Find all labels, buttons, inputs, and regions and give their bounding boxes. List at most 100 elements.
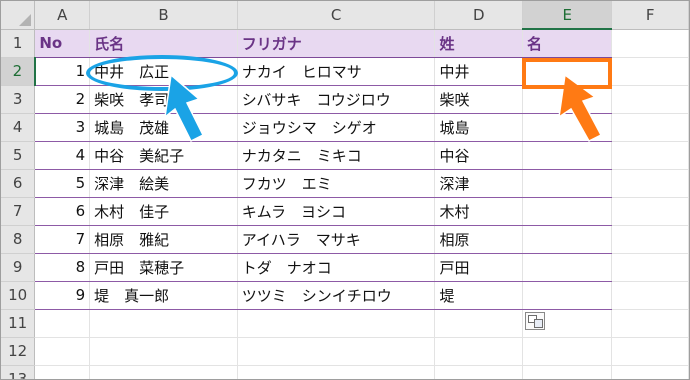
- cell-f7[interactable]: [611, 197, 689, 226]
- cell-sei[interactable]: 相原: [434, 225, 524, 254]
- active-cell-e2-outline[interactable]: [522, 58, 612, 89]
- cell-name[interactable]: 戸田 菜穂子: [89, 253, 238, 282]
- cell-c13[interactable]: [237, 365, 436, 379]
- row-header-4[interactable]: 4: [1, 113, 36, 142]
- cell-no[interactable]: 8: [34, 253, 91, 282]
- row-header-8[interactable]: 8: [1, 225, 36, 254]
- cell-d11[interactable]: [434, 309, 524, 338]
- cell-mei[interactable]: [522, 225, 613, 254]
- blue-arrow-icon: [163, 73, 205, 143]
- cell-b11[interactable]: [89, 309, 238, 338]
- cell-mei[interactable]: [522, 253, 613, 282]
- row-header-1[interactable]: 1: [1, 29, 36, 58]
- cell-a13[interactable]: [34, 365, 91, 379]
- select-all-triangle-icon: [19, 13, 32, 26]
- row-header-3[interactable]: 3: [1, 85, 36, 114]
- row-header-13[interactable]: 13: [1, 365, 36, 379]
- cell-sei[interactable]: 戸田: [434, 253, 524, 282]
- cell-mei[interactable]: [522, 141, 613, 170]
- blue-arrow-shape: [163, 73, 205, 143]
- cell-f6[interactable]: [611, 169, 689, 198]
- cell-sei[interactable]: 深津: [434, 169, 524, 198]
- cell-furigana[interactable]: フカツ エミ: [237, 169, 436, 198]
- header-cell-no[interactable]: No: [34, 29, 91, 58]
- cell-no[interactable]: 9: [34, 281, 91, 310]
- cell-sei[interactable]: 城島: [434, 113, 524, 142]
- cell-name[interactable]: 堤 真一郎: [89, 281, 238, 310]
- cell-furigana[interactable]: ナカタニ ミキコ: [237, 141, 436, 170]
- row-header-6[interactable]: 6: [1, 169, 36, 198]
- cell-e13[interactable]: [522, 365, 613, 379]
- cell-furigana[interactable]: トダ ナオコ: [237, 253, 436, 282]
- cell-no[interactable]: 2: [34, 85, 91, 114]
- cell-no[interactable]: 4: [34, 141, 91, 170]
- cell-c11[interactable]: [237, 309, 436, 338]
- row-header-12[interactable]: 12: [1, 337, 36, 366]
- cell-furigana[interactable]: シバサキ コウジロウ: [237, 85, 436, 114]
- cell-b13[interactable]: [89, 365, 238, 379]
- column-header-d[interactable]: D: [434, 1, 524, 30]
- cell-sei[interactable]: 中谷: [434, 141, 524, 170]
- table-row: 10 9 堤 真一郎 ツツミ シンイチロウ 堤: [1, 281, 689, 310]
- cell-name[interactable]: 深津 絵美: [89, 169, 238, 198]
- page-icon-part: [534, 319, 543, 328]
- cell-a12[interactable]: [34, 337, 91, 366]
- column-header-e[interactable]: E: [522, 1, 613, 30]
- header-cell-mei[interactable]: 名: [522, 29, 613, 58]
- cell-d12[interactable]: [434, 337, 524, 366]
- cell-no[interactable]: 6: [34, 197, 91, 226]
- cell-f8[interactable]: [611, 225, 689, 254]
- spreadsheet-window: A B C D E F 1 No 氏名 フリガナ 姓 名 2 1 中井 広正 ナ…: [0, 0, 690, 380]
- cell-sei[interactable]: 柴咲: [434, 85, 524, 114]
- cell-f10[interactable]: [611, 281, 689, 310]
- cell-f5[interactable]: [611, 141, 689, 170]
- cell-no[interactable]: 1: [34, 57, 91, 86]
- header-cell-sei[interactable]: 姓: [434, 29, 524, 58]
- row-header-2[interactable]: 2: [1, 57, 36, 86]
- cell-furigana[interactable]: ナカイ ヒロマサ: [237, 57, 436, 86]
- cell-furigana[interactable]: ツツミ シンイチロウ: [237, 281, 436, 310]
- cell-furigana[interactable]: ジョウシマ シゲオ: [237, 113, 436, 142]
- cell-name[interactable]: 相原 雅紀: [89, 225, 238, 254]
- column-header-b[interactable]: B: [89, 1, 238, 30]
- cell-no[interactable]: 5: [34, 169, 91, 198]
- column-header-f[interactable]: F: [611, 1, 689, 30]
- cell-f12[interactable]: [611, 337, 689, 366]
- row-header-7[interactable]: 7: [1, 197, 36, 226]
- cell-sei[interactable]: 木村: [434, 197, 524, 226]
- cell-furigana[interactable]: アイハラ マサキ: [237, 225, 436, 254]
- cell-mei[interactable]: [522, 197, 613, 226]
- cell-name[interactable]: 中谷 美紀子: [89, 141, 238, 170]
- flash-fill-options-icon[interactable]: [525, 312, 545, 330]
- cell-f9[interactable]: [611, 253, 689, 282]
- cell-name[interactable]: 木村 佳子: [89, 197, 238, 226]
- header-cell-furigana[interactable]: フリガナ: [237, 29, 436, 58]
- cell-f3[interactable]: [611, 85, 689, 114]
- cell-mei[interactable]: [522, 169, 613, 198]
- column-header-c[interactable]: C: [237, 1, 436, 30]
- column-header-a[interactable]: A: [34, 1, 91, 30]
- cell-f2[interactable]: [611, 57, 689, 86]
- cell-no[interactable]: 7: [34, 225, 91, 254]
- cell-sei[interactable]: 中井: [434, 57, 524, 86]
- cell-a11[interactable]: [34, 309, 91, 338]
- cell-b12[interactable]: [89, 337, 238, 366]
- header-cell-name[interactable]: 氏名: [89, 29, 238, 58]
- row-header-10[interactable]: 10: [1, 281, 36, 310]
- row-header-9[interactable]: 9: [1, 253, 36, 282]
- cell-no[interactable]: 3: [34, 113, 91, 142]
- cell-sei[interactable]: 堤: [434, 281, 524, 310]
- cell-f13[interactable]: [611, 365, 689, 379]
- cell-f11[interactable]: [611, 309, 689, 338]
- cell-f4[interactable]: [611, 113, 689, 142]
- cell-furigana[interactable]: キムラ ヨシコ: [237, 197, 436, 226]
- cell-d13[interactable]: [434, 365, 524, 379]
- table-row: 9 8 戸田 菜穂子 トダ ナオコ 戸田: [1, 253, 689, 282]
- cell-c12[interactable]: [237, 337, 436, 366]
- select-all-button[interactable]: [1, 1, 36, 30]
- cell-f1[interactable]: [611, 29, 689, 58]
- cell-mei[interactable]: [522, 281, 613, 310]
- row-header-11[interactable]: 11: [1, 309, 36, 338]
- cell-e12[interactable]: [522, 337, 613, 366]
- row-header-5[interactable]: 5: [1, 141, 36, 170]
